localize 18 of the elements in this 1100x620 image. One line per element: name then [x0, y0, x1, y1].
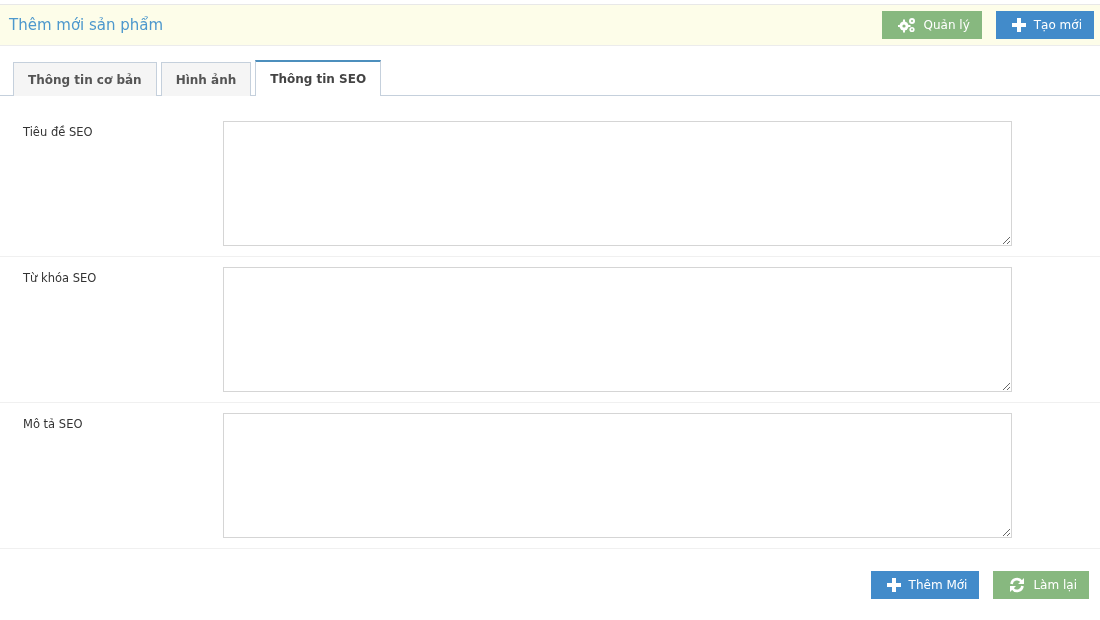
- create-button[interactable]: Thêm Mới: [870, 571, 980, 599]
- tab[interactable]: Thông tin cơ bản: [13, 62, 157, 96]
- page-title: Thêm mới sản phẩm: [9, 16, 165, 34]
- text-area[interactable]: [223, 413, 1012, 538]
- plus-icon: [1011, 18, 1026, 32]
- tab[interactable]: Thông tin SEO: [255, 60, 382, 96]
- plus-icon: [886, 578, 901, 592]
- tab[interactable]: Hình ảnh: [160, 62, 252, 96]
- field-label: Tiêu đề SEO: [23, 124, 94, 141]
- refresh-icon: [1009, 577, 1026, 593]
- text-area[interactable]: [223, 267, 1012, 392]
- gears-icon: [897, 17, 916, 33]
- field-label: Mô tả SEO: [23, 416, 84, 433]
- field-label: Từ khóa SEO: [23, 270, 98, 287]
- text-area[interactable]: [223, 121, 1012, 246]
- create-button[interactable]: Tạo mới: [995, 11, 1094, 39]
- reset-button[interactable]: Làm lại: [993, 571, 1089, 599]
- manage-button[interactable]: Quản lý: [881, 11, 982, 39]
